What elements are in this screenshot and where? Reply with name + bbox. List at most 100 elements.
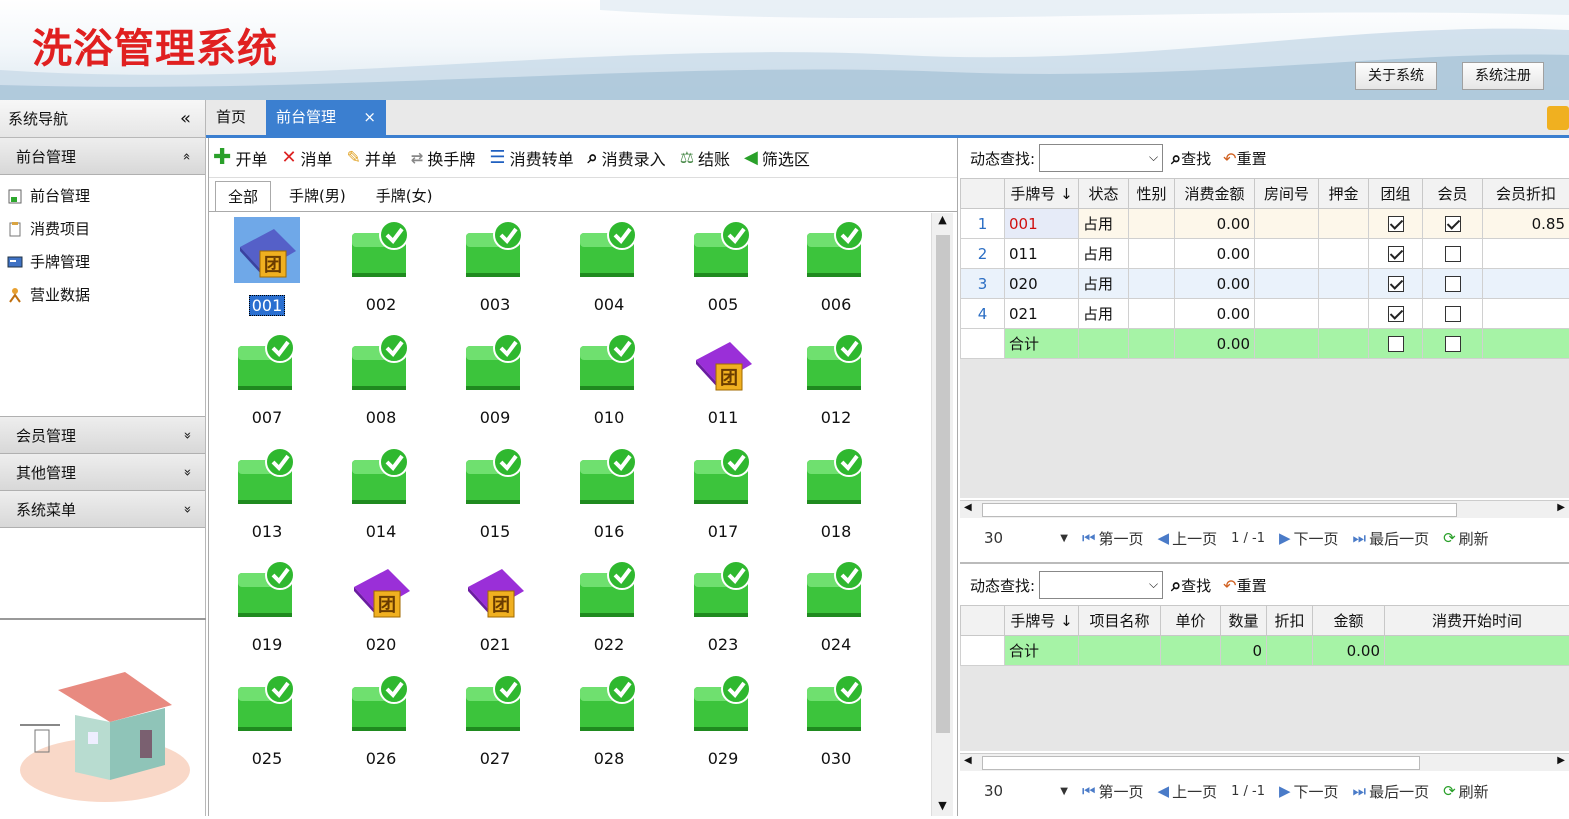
card-tile-007[interactable]: 007: [227, 330, 307, 430]
section-member-management[interactable]: 会员管理 »: [0, 417, 205, 454]
card-tile-003[interactable]: 003: [455, 217, 535, 317]
card-tile-008[interactable]: 008: [341, 330, 421, 430]
table-row[interactable]: 2 011 占用 0.00: [960, 238, 1569, 269]
column-header[interactable]: 性别: [1128, 178, 1175, 209]
first-page-button[interactable]: ⏮ 第一页: [1082, 781, 1144, 802]
sidebar-item-consume-items[interactable]: 消费项目: [0, 212, 205, 245]
column-header[interactable]: 会员折扣: [1482, 178, 1569, 209]
column-header[interactable]: 消费金额: [1174, 178, 1255, 209]
column-header[interactable]: 会员: [1422, 178, 1483, 209]
column-header[interactable]: 折扣: [1266, 605, 1313, 636]
card-tile-021[interactable]: 团 021: [455, 557, 535, 657]
card-tile-006[interactable]: 006: [796, 217, 876, 317]
checkbox[interactable]: [1444, 216, 1461, 232]
card-tile-030[interactable]: 030: [796, 671, 876, 771]
first-page-button[interactable]: ⏮ 第一页: [1082, 528, 1144, 549]
refresh-button[interactable]: ⟳ 刷新: [1443, 781, 1489, 802]
card-tile-009[interactable]: 009: [455, 330, 535, 430]
hscroll-thumb[interactable]: [982, 756, 1420, 770]
sidebar-item-card-management[interactable]: 手牌管理: [0, 245, 205, 278]
dynamic-search-select[interactable]: ⌵: [1039, 571, 1164, 599]
column-header[interactable]: 房间号: [1254, 178, 1319, 209]
consumption-entry-button[interactable]: ⌕ 消费录入: [588, 146, 666, 170]
card-tile-012[interactable]: 012: [796, 330, 876, 430]
column-header[interactable]: 项目名称: [1078, 605, 1161, 636]
column-header[interactable]: 手牌号 ↓: [1004, 178, 1079, 209]
find-button[interactable]: ⌕ 查找: [1171, 575, 1211, 596]
card-tile-023[interactable]: 023: [683, 557, 763, 657]
card-tile-025[interactable]: 025: [227, 671, 307, 771]
checkbox[interactable]: [1387, 216, 1404, 232]
section-system-menu[interactable]: 系统菜单 »: [0, 491, 205, 528]
column-header[interactable]: 数量: [1220, 605, 1267, 636]
card-tile-014[interactable]: 014: [341, 444, 421, 544]
card-tile-002[interactable]: 002: [341, 217, 421, 317]
card-tile-020[interactable]: 团 020: [341, 557, 421, 657]
tab-all[interactable]: 全部: [215, 181, 272, 211]
card-tile-005[interactable]: 005: [683, 217, 763, 317]
column-header[interactable]: 状态: [1078, 178, 1129, 209]
checkbox[interactable]: [1387, 336, 1404, 352]
column-header[interactable]: 单价: [1160, 605, 1221, 636]
find-button[interactable]: ⌕ 查找: [1171, 148, 1211, 169]
page-size-select[interactable]: 30 ▼: [978, 525, 1074, 551]
card-tile-026[interactable]: 026: [341, 671, 421, 771]
system-register-button[interactable]: 系统注册: [1462, 62, 1544, 90]
close-tab-icon[interactable]: ×: [363, 100, 376, 135]
card-tile-028[interactable]: 028: [569, 671, 649, 771]
column-header[interactable]: 押金: [1318, 178, 1369, 209]
checkbox[interactable]: [1444, 336, 1461, 352]
tab-female-cards[interactable]: 手牌(女): [364, 181, 445, 211]
card-tile-024[interactable]: 024: [796, 557, 876, 657]
consumption-table-hscroll[interactable]: ◀ ▶: [960, 753, 1569, 771]
page-size-select[interactable]: 30 ▼: [978, 778, 1074, 804]
sidebar-item-business-data[interactable]: 营业数据: [0, 278, 205, 311]
last-page-button[interactable]: ⏭ 最后一页: [1353, 528, 1430, 549]
checkbox[interactable]: [1444, 246, 1461, 262]
checkout-button[interactable]: ⚖ 结账: [680, 146, 730, 170]
card-tile-004[interactable]: 004: [569, 217, 649, 317]
scrollbar-thumb[interactable]: [936, 235, 950, 733]
table-row[interactable]: 4 021 占用 0.00: [960, 298, 1569, 329]
swap-card-button[interactable]: ⇄ 换手牌: [411, 146, 476, 170]
column-header[interactable]: 消费开始时间: [1384, 605, 1569, 636]
table-row[interactable]: 3 020 占用 0.00: [960, 268, 1569, 299]
transfer-consumption-button[interactable]: ☰ 消费转单: [489, 146, 573, 170]
card-tile-019[interactable]: 019: [227, 557, 307, 657]
cancel-order-button[interactable]: ✕ 消单: [281, 146, 332, 170]
card-tile-013[interactable]: 013: [227, 444, 307, 544]
card-tile-010[interactable]: 010: [569, 330, 649, 430]
column-header[interactable]: 团组: [1368, 178, 1423, 209]
next-page-button[interactable]: ▶ 下一页: [1279, 781, 1339, 802]
hscroll-thumb[interactable]: [982, 503, 1457, 517]
card-tile-017[interactable]: 017: [683, 444, 763, 544]
reset-button[interactable]: ↶ 重置: [1223, 148, 1266, 169]
about-system-button[interactable]: 关于系统: [1355, 62, 1437, 90]
next-page-button[interactable]: ▶ 下一页: [1279, 528, 1339, 549]
card-table-hscroll[interactable]: ◀ ▶: [960, 500, 1569, 518]
checkbox[interactable]: [1387, 276, 1404, 292]
checkbox[interactable]: [1444, 276, 1461, 292]
card-tile-018[interactable]: 018: [796, 444, 876, 544]
last-page-button[interactable]: ⏭ 最后一页: [1353, 781, 1430, 802]
dynamic-search-select[interactable]: ⌵: [1039, 144, 1164, 172]
card-tile-029[interactable]: 029: [683, 671, 763, 771]
section-front-desk[interactable]: 前台管理 »: [0, 138, 205, 175]
section-other-management[interactable]: 其他管理 »: [0, 454, 205, 491]
checkbox[interactable]: [1387, 246, 1404, 262]
checkbox[interactable]: [1444, 306, 1461, 322]
prev-page-button[interactable]: ◀ 上一页: [1158, 528, 1218, 549]
prev-page-button[interactable]: ◀ 上一页: [1158, 781, 1218, 802]
column-header[interactable]: 金额: [1312, 605, 1385, 636]
card-tile-015[interactable]: 015: [455, 444, 535, 544]
collapse-sidebar-icon[interactable]: «: [180, 108, 191, 129]
card-tile-011[interactable]: 团 011: [683, 330, 763, 430]
table-row[interactable]: 1 001 占用 0.00 0.85: [960, 208, 1569, 239]
open-order-button[interactable]: ✚ 开单: [213, 145, 267, 170]
sidebar-item-front-desk[interactable]: 前台管理: [0, 179, 205, 212]
tab-front-desk[interactable]: 前台管理 ×: [266, 100, 386, 135]
filter-area-button[interactable]: ◀ 筛选区: [744, 146, 810, 170]
tab-male-cards[interactable]: 手牌(男): [277, 181, 358, 211]
checkbox[interactable]: [1387, 306, 1404, 322]
merge-order-button[interactable]: ✎ 并单: [347, 146, 397, 170]
